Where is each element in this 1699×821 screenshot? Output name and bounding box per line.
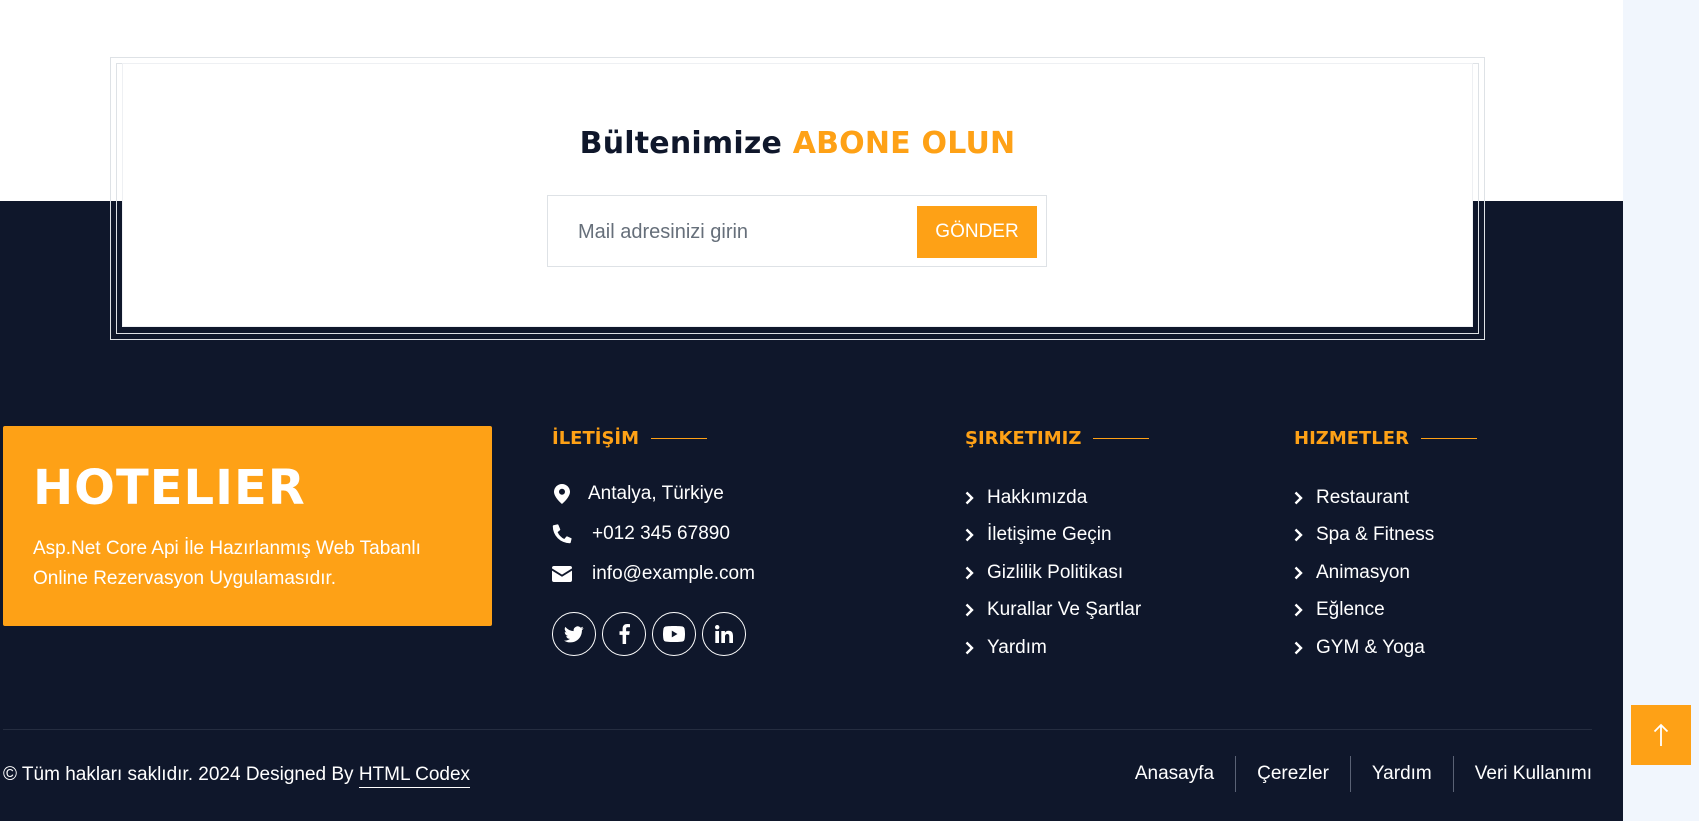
arrow-up-icon [1653,723,1669,746]
social-links [552,612,746,656]
services-heading: HIZMETLER [1294,428,1477,449]
chevron-right-icon [1294,491,1304,505]
company-link-about[interactable]: Hakkımızda [965,479,1141,517]
services-link-label: GYM & Yoga [1316,636,1425,658]
chevron-right-icon [965,641,975,655]
company-link-help[interactable]: Yardım [965,629,1141,667]
services-link-spa[interactable]: Spa & Fitness [1294,517,1434,555]
newsletter-submit-button[interactable]: GÖNDER [917,206,1037,258]
bottom-nav-cookies[interactable]: Çerezler [1235,756,1350,792]
newsletter-title: Bültenimize ABONE OLUN [122,126,1473,161]
newsletter-form: GÖNDER [547,195,1047,267]
twitter-button[interactable] [552,612,596,656]
services-heading-label: HIZMETLER [1294,428,1409,449]
map-marker-icon [552,484,572,504]
contact-address-text: Antalya, Türkiye [588,483,724,504]
company-link-label: Kurallar Ve Şartlar [987,599,1142,621]
twitter-icon [564,625,584,642]
linkedin-button[interactable] [702,612,746,656]
phone-icon [552,524,572,544]
brand-box: HOTELIER Asp.Net Core Api İle Hazırlanmı… [3,426,492,626]
designer-link[interactable]: HTML Codex [358,764,471,788]
company-link-label: Gizlilik Politikası [987,561,1124,583]
contact-phone-text: +012 345 67890 [592,523,730,544]
contact-heading: İLETİŞİM [552,428,708,449]
company-link-label: Yardım [987,636,1047,658]
company-heading: ŞIRKETIMIZ [965,428,1150,449]
youtube-button[interactable] [652,612,696,656]
services-heading-rule [1420,438,1477,439]
services-link-label: Spa & Fitness [1316,524,1435,546]
services-link-restaurant[interactable]: Restaurant [1294,479,1434,517]
chevron-right-icon [1294,603,1304,617]
contact-email: info@example.com [552,563,755,585]
brand-name[interactable]: HOTELIER [33,460,306,516]
bottom-nav: Anasayfa Çerezler Yardım Veri Kullanımı [1114,756,1592,792]
contact-email-text: info@example.com [592,563,755,584]
services-links: Restaurant Spa & Fitness Animasyon Eğlen… [1294,479,1434,667]
chevron-right-icon [965,491,975,505]
right-margin-strip [1623,0,1699,821]
contact-phone: +012 345 67890 [552,523,730,545]
services-link-label: Restaurant [1316,486,1409,508]
company-link-terms[interactable]: Kurallar Ve Şartlar [965,592,1141,630]
bottom-nav-home[interactable]: Anasayfa [1114,756,1235,792]
contact-heading-label: İLETİŞİM [552,428,640,449]
chevron-right-icon [1294,641,1304,655]
chevron-right-icon [1294,528,1304,542]
footer-divider [3,729,1592,730]
company-heading-rule [1093,438,1150,439]
copyright: © Tüm hakları saklıdır. 2024 Designed By… [3,764,471,788]
chevron-right-icon [1294,566,1304,580]
services-link-animation[interactable]: Animasyon [1294,554,1434,592]
company-heading-label: ŞIRKETIMIZ [965,428,1082,449]
services-link-entertainment[interactable]: Eğlence [1294,592,1434,630]
company-links: Hakkımızda İletişime Geçin Gizlilik Poli… [965,479,1141,667]
bottom-nav-data-usage[interactable]: Veri Kullanımı [1452,756,1592,792]
company-link-label: Hakkımızda [987,486,1088,508]
newsletter-title-main: Bültenimize [579,126,783,161]
services-link-gym[interactable]: GYM & Yoga [1294,629,1434,667]
bottom-nav-help[interactable]: Yardım [1349,756,1453,792]
newsletter-email-input[interactable] [578,214,908,250]
envelope-icon [552,564,572,584]
youtube-icon [663,626,685,642]
chevron-right-icon [965,528,975,542]
contact-heading-rule [651,438,708,439]
company-link-label: İletişime Geçin [987,524,1112,546]
copyright-text: © Tüm hakları saklıdır. 2024 Designed By [3,764,354,785]
linkedin-icon [715,625,733,643]
back-to-top-button[interactable] [1631,705,1691,765]
services-link-label: Animasyon [1316,561,1410,583]
chevron-right-icon [965,566,975,580]
contact-address: Antalya, Türkiye [552,483,724,505]
facebook-icon [619,624,630,644]
services-link-label: Eğlence [1316,599,1385,621]
chevron-right-icon [965,603,975,617]
company-link-privacy[interactable]: Gizlilik Politikası [965,554,1141,592]
facebook-button[interactable] [602,612,646,656]
brand-description: Asp.Net Core Api İle Hazırlanmış Web Tab… [33,538,421,589]
newsletter-title-accent: ABONE OLUN [792,126,1016,161]
company-link-contact[interactable]: İletişime Geçin [965,517,1141,555]
